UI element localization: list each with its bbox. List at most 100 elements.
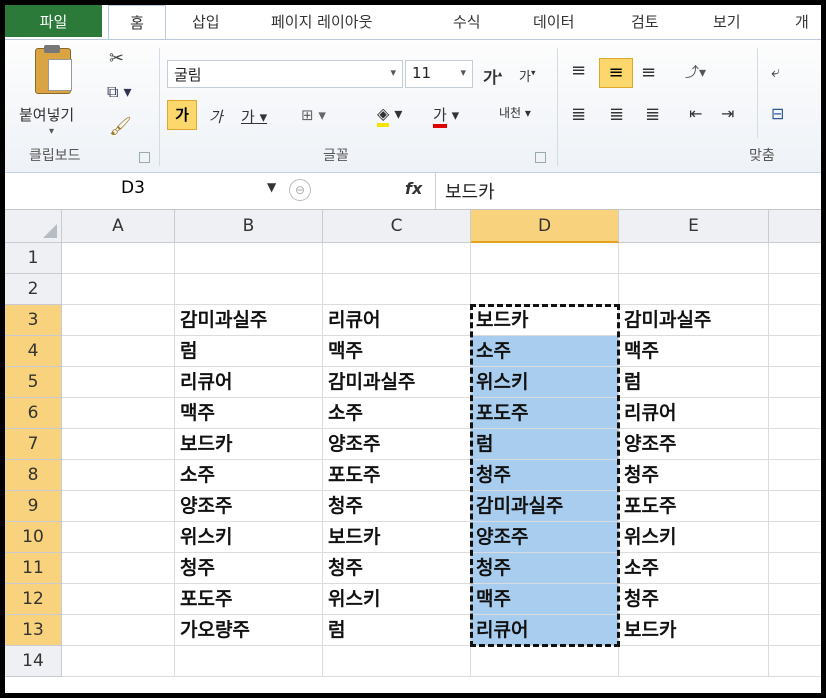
cell-f5[interactable] (769, 367, 821, 398)
row-header-13[interactable]: 13 (5, 615, 62, 646)
cell-a14[interactable] (62, 646, 175, 677)
row-header-14[interactable]: 14 (5, 646, 62, 677)
cell-b6[interactable]: 맥주 (175, 398, 323, 429)
cell-a4[interactable] (62, 336, 175, 367)
column-header-b[interactable]: B (175, 210, 323, 243)
cell-e5[interactable]: 럼 (619, 367, 769, 398)
cell-b12[interactable]: 포도주 (175, 584, 323, 615)
cell-e6[interactable]: 리큐어 (619, 398, 769, 429)
cell-c9[interactable]: 청주 (323, 491, 471, 522)
copy-icon[interactable]: ⧉ ▾ (107, 82, 132, 102)
cell-c13[interactable]: 럼 (323, 615, 471, 646)
cell-f14[interactable] (769, 646, 821, 677)
cell-c14[interactable] (323, 646, 471, 677)
row-header-1[interactable]: 1 (5, 243, 62, 274)
cell-c5[interactable]: 감미과실주 (323, 367, 471, 398)
cell-c2[interactable] (323, 274, 471, 305)
cell-f1[interactable] (769, 243, 821, 274)
cell-b13[interactable]: 가오량주 (175, 615, 323, 646)
row-header-3[interactable]: 3 (5, 305, 62, 336)
tab-developer[interactable]: 개 (795, 11, 809, 32)
cell-a7[interactable] (62, 429, 175, 460)
cell-a3[interactable] (62, 305, 175, 336)
cell-f4[interactable] (769, 336, 821, 367)
cell-e1[interactable] (619, 243, 769, 274)
font-launcher-icon[interactable] (535, 152, 546, 163)
cell-e7[interactable]: 양조주 (619, 429, 769, 460)
cell-b8[interactable]: 소주 (175, 460, 323, 491)
paste-button[interactable]: 붙여넣기 ▾ (19, 45, 94, 141)
font-size-select[interactable]: 11 ▾ (405, 60, 473, 88)
row-header-6[interactable]: 6 (5, 398, 62, 429)
insert-function-dropdown-icon[interactable]: ⊖ (289, 179, 311, 201)
cell-c11[interactable]: 청주 (323, 553, 471, 584)
row-header-10[interactable]: 10 (5, 522, 62, 553)
formula-input[interactable]: 보드카 (445, 178, 495, 204)
cell-b9[interactable]: 양조주 (175, 491, 323, 522)
cell-c4[interactable]: 맥주 (323, 336, 471, 367)
align-bottom-icon[interactable]: ≡ (641, 62, 656, 83)
cell-c7[interactable]: 양조주 (323, 429, 471, 460)
cell-d14[interactable] (471, 646, 619, 677)
cell-e11[interactable]: 소주 (619, 553, 769, 584)
cell-d4[interactable]: 소주 (471, 336, 619, 367)
underline-button[interactable]: 가 ▾ (241, 106, 267, 127)
cell-a10[interactable] (62, 522, 175, 553)
cell-d8[interactable]: 청주 (471, 460, 619, 491)
align-middle-icon[interactable]: ≡ (599, 58, 633, 88)
cell-a9[interactable] (62, 491, 175, 522)
fx-icon[interactable]: fx (405, 179, 422, 198)
cell-e4[interactable]: 맥주 (619, 336, 769, 367)
cell-e9[interactable]: 포도주 (619, 491, 769, 522)
cell-d9[interactable]: 감미과실주 (471, 491, 619, 522)
increase-indent-icon[interactable]: ⇥ (721, 104, 734, 123)
format-painter-icon[interactable]: 🖌 (109, 116, 132, 137)
cell-b1[interactable] (175, 243, 323, 274)
cell-c12[interactable]: 위스키 (323, 584, 471, 615)
cell-d7[interactable]: 럼 (471, 429, 619, 460)
cell-a1[interactable] (62, 243, 175, 274)
tab-page-layout[interactable]: 페이지 레이아웃 (271, 11, 372, 32)
cell-e10[interactable]: 위스키 (619, 522, 769, 553)
fill-color-icon[interactable]: ◈ ▾ (377, 104, 402, 127)
wrap-text-icon[interactable]: ⤶ (771, 62, 780, 82)
cell-a13[interactable] (62, 615, 175, 646)
cell-d5[interactable]: 위스키 (471, 367, 619, 398)
bold-button[interactable]: 가 (167, 100, 197, 130)
tab-review[interactable]: 검토 (631, 11, 659, 32)
tab-file[interactable]: 파일 (5, 5, 102, 37)
cell-b5[interactable]: 리큐어 (175, 367, 323, 398)
italic-button[interactable]: 가 (209, 106, 223, 127)
align-center-icon[interactable]: ≣ (609, 104, 624, 125)
borders-icon[interactable]: ⊞ ▾ (301, 106, 326, 124)
cell-f8[interactable] (769, 460, 821, 491)
row-header-4[interactable]: 4 (5, 336, 62, 367)
decrease-font-icon[interactable]: 가▾ (519, 66, 536, 85)
cell-b10[interactable]: 위스키 (175, 522, 323, 553)
cell-c8[interactable]: 포도주 (323, 460, 471, 491)
cell-d3[interactable]: 보드카 (471, 305, 619, 336)
cell-f2[interactable] (769, 274, 821, 305)
column-header-a[interactable]: A (62, 210, 175, 243)
name-box[interactable]: D3 ▼ (5, 176, 285, 204)
cell-a12[interactable] (62, 584, 175, 615)
cell-b3[interactable]: 감미과실주 (175, 305, 323, 336)
row-header-7[interactable]: 7 (5, 429, 62, 460)
align-top-icon[interactable]: ≡ (571, 60, 586, 81)
phonetic-guide-button[interactable]: 내천 ▾ (499, 104, 531, 121)
tab-view[interactable]: 보기 (713, 11, 741, 32)
column-header-c[interactable]: C (323, 210, 471, 243)
cell-d13[interactable]: 리큐어 (471, 615, 619, 646)
cell-e13[interactable]: 보드카 (619, 615, 769, 646)
tab-formulas[interactable]: 수식 (453, 11, 481, 32)
cut-icon[interactable]: ✂ (109, 48, 124, 69)
select-all-corner[interactable] (5, 210, 62, 243)
cell-f13[interactable] (769, 615, 821, 646)
cell-a8[interactable] (62, 460, 175, 491)
tab-insert[interactable]: 삽입 (192, 11, 220, 32)
cell-b4[interactable]: 럼 (175, 336, 323, 367)
font-color-button[interactable]: 가 ▾ (433, 104, 459, 128)
cell-f3[interactable] (769, 305, 821, 336)
align-right-icon[interactable]: ≣ (645, 104, 660, 125)
cell-f10[interactable] (769, 522, 821, 553)
